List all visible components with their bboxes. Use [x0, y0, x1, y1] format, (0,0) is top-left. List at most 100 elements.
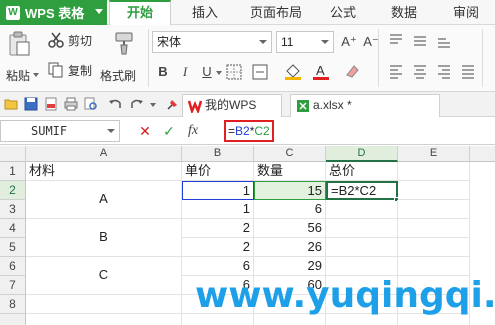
cell-c4[interactable]: 56 — [254, 219, 326, 238]
cell-b5[interactable]: 2 — [182, 238, 254, 257]
row-header-8[interactable]: 8 — [0, 295, 26, 314]
name-box[interactable]: SUMIF — [0, 120, 120, 142]
row-header-7[interactable]: 7 — [0, 276, 26, 295]
chevron-down-icon — [33, 73, 39, 77]
cell-a2-a3-merged[interactable]: A — [26, 181, 182, 219]
align-bottom-icon[interactable] — [436, 33, 452, 49]
cell-c3[interactable]: 6 — [254, 200, 326, 219]
paste-label: 粘贴 — [6, 69, 31, 83]
column-header-d[interactable]: D — [326, 146, 398, 162]
export-pdf-icon[interactable] — [44, 97, 58, 111]
tab-home[interactable]: 开始 — [109, 0, 171, 26]
cell-a9[interactable] — [26, 314, 182, 325]
cell-c2[interactable]: 15 — [254, 181, 326, 200]
cell-c1[interactable]: 数量 — [254, 162, 326, 181]
copy-label: 复制 — [68, 64, 93, 78]
row-header-1[interactable]: 1 — [0, 162, 26, 181]
paste-icon — [9, 31, 30, 56]
cut-button[interactable]: 剪切 — [48, 31, 98, 49]
doc-tab-label: a.xlsx * — [313, 98, 352, 112]
save-icon[interactable] — [24, 97, 38, 111]
chevron-down-icon[interactable] — [150, 103, 156, 107]
align-center-icon[interactable] — [412, 63, 428, 79]
app-menu-button[interactable]: W WPS 表格 — [0, 0, 107, 25]
cell-d4[interactable] — [326, 219, 398, 238]
align-middle-icon[interactable] — [412, 33, 428, 49]
tab-data[interactable]: 数据 — [381, 0, 427, 25]
print-preview-icon[interactable] — [84, 97, 98, 111]
tab-page-layout[interactable]: 页面布局 — [243, 0, 309, 25]
column-header-f[interactable] — [470, 146, 495, 162]
clear-format-icon[interactable] — [344, 63, 360, 79]
quick-access-bar: 我的WPS a.xlsx * — [0, 92, 495, 117]
merge-cells-icon[interactable] — [252, 64, 268, 80]
font-color-icon[interactable]: A — [312, 62, 330, 80]
cell-c5[interactable]: 26 — [254, 238, 326, 257]
font-name-select[interactable]: 宋体 — [152, 31, 272, 53]
cell-a6-a7-merged[interactable]: C — [26, 257, 182, 295]
paste-button[interactable]: 粘贴 — [4, 29, 39, 87]
cell-d2-active[interactable]: =B2*C2 — [326, 181, 398, 200]
confirm-formula-icon[interactable]: ✓ — [160, 122, 178, 140]
grow-font-button[interactable]: A⁺ — [340, 33, 358, 51]
cancel-formula-icon[interactable]: ✕ — [136, 122, 154, 140]
cell-b6[interactable]: 6 — [182, 257, 254, 276]
row-header-4[interactable]: 4 — [0, 219, 26, 238]
formula-input[interactable]: =B2*C2 — [224, 120, 274, 142]
print-icon[interactable] — [64, 97, 78, 111]
cell-d5[interactable] — [326, 238, 398, 257]
tab-review[interactable]: 审阅 — [443, 0, 489, 25]
column-header-a[interactable]: A — [26, 146, 182, 162]
cell-b2[interactable]: 1 — [182, 181, 254, 200]
formula-ref-b2: B2 — [235, 124, 250, 138]
cell-b3[interactable]: 1 — [182, 200, 254, 219]
cell-e3[interactable] — [398, 200, 470, 219]
cell-e6[interactable] — [398, 257, 470, 276]
underline-button[interactable]: U — [198, 63, 216, 81]
cell-c6[interactable]: 29 — [254, 257, 326, 276]
cell-d6[interactable] — [326, 257, 398, 276]
row-header-5[interactable]: 5 — [0, 238, 26, 257]
row-header-9[interactable] — [0, 314, 26, 325]
format-painter-button[interactable]: 格式刷 — [100, 29, 144, 87]
column-header-c[interactable]: C — [254, 146, 326, 162]
align-top-icon[interactable] — [388, 33, 404, 49]
row-header-3[interactable]: 3 — [0, 200, 26, 219]
cell-e4[interactable] — [398, 219, 470, 238]
select-all-corner[interactable] — [0, 146, 26, 162]
doc-tab-my-wps[interactable]: 我的WPS — [182, 94, 282, 117]
fill-color-icon[interactable] — [284, 62, 302, 80]
tab-insert[interactable]: 插入 — [180, 0, 230, 25]
italic-button[interactable]: I — [176, 63, 194, 81]
cell-a1[interactable]: 材料 — [26, 162, 182, 181]
tab-formulas[interactable]: 公式 — [320, 0, 366, 25]
cell-b1[interactable]: 单价 — [182, 162, 254, 181]
cell-a4-a5-merged[interactable]: B — [26, 219, 182, 257]
folder-open-icon[interactable] — [4, 97, 18, 111]
align-left-icon[interactable] — [388, 63, 404, 79]
border-icon[interactable] — [226, 64, 242, 80]
cell-e5[interactable] — [398, 238, 470, 257]
pin-icon[interactable] — [166, 97, 180, 111]
cell-e2[interactable] — [398, 181, 470, 200]
insert-function-button[interactable]: fx — [184, 122, 202, 140]
cell-e1[interactable] — [398, 162, 470, 181]
spreadsheet-grid[interactable]: A B C D E 1 2 3 4 5 6 7 8 材料 单价 数量 总价 A … — [0, 146, 495, 325]
row-header-2[interactable]: 2 — [0, 181, 26, 200]
column-header-e[interactable]: E — [398, 146, 470, 162]
column-header-b[interactable]: B — [182, 146, 254, 162]
redo-icon[interactable] — [130, 97, 144, 111]
copy-button[interactable]: 复制 — [48, 61, 98, 79]
cell-a8[interactable] — [26, 295, 182, 314]
cut-label: 剪切 — [68, 34, 93, 48]
justify-icon[interactable] — [460, 63, 476, 79]
row-header-6[interactable]: 6 — [0, 257, 26, 276]
font-size-select[interactable]: 11 — [276, 31, 334, 53]
doc-tab-a-xlsx[interactable]: a.xlsx * — [290, 94, 440, 117]
cell-d3[interactable] — [326, 200, 398, 219]
align-right-icon[interactable] — [436, 63, 452, 79]
undo-icon[interactable] — [108, 97, 122, 111]
cell-b4[interactable]: 2 — [182, 219, 254, 238]
cell-d1[interactable]: 总价 — [326, 162, 398, 181]
bold-button[interactable]: B — [154, 63, 172, 81]
